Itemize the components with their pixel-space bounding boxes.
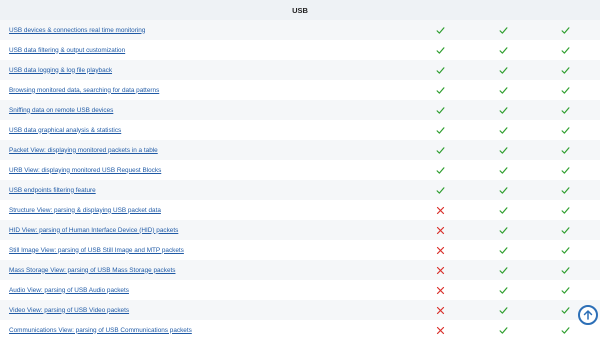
check-icon: [559, 84, 571, 96]
check-icon: [497, 204, 509, 216]
check-icon: [559, 184, 571, 196]
cross-icon: [434, 244, 446, 256]
check-icon: [559, 44, 571, 56]
cross-icon: [434, 224, 446, 236]
check-icon: [434, 144, 446, 156]
cross-icon: [434, 204, 446, 216]
check-icon: [559, 204, 571, 216]
cross-icon: [434, 324, 446, 336]
cross-icon: [434, 304, 446, 316]
feature-link[interactable]: URB View: displaying monitored USB Reque…: [9, 167, 161, 174]
table-row: Still Image View: parsing of USB Still I…: [0, 240, 600, 260]
check-icon: [497, 84, 509, 96]
check-icon: [434, 44, 446, 56]
check-icon: [497, 224, 509, 236]
check-icon: [559, 284, 571, 296]
check-icon: [559, 324, 571, 336]
check-icon: [434, 64, 446, 76]
table-row: URB View: displaying monitored USB Reque…: [0, 160, 600, 180]
check-icon: [497, 104, 509, 116]
check-icon: [559, 144, 571, 156]
check-icon: [497, 264, 509, 276]
check-icon: [434, 124, 446, 136]
feature-link[interactable]: Sniffing data on remote USB devices: [9, 107, 113, 114]
cross-icon: [434, 264, 446, 276]
feature-link[interactable]: Structure View: parsing & displaying USB…: [9, 207, 161, 214]
check-icon: [497, 164, 509, 176]
feature-link[interactable]: USB data filtering & output customizatio…: [9, 47, 125, 54]
feature-link[interactable]: USB endpoints filtering feature: [9, 187, 96, 194]
table-row: Communications View: parsing of USB Comm…: [0, 320, 600, 339]
feature-link[interactable]: Browsing monitored data, searching for d…: [9, 87, 159, 94]
check-icon: [497, 304, 509, 316]
feature-link[interactable]: Audio View: parsing of USB Audio packets: [9, 287, 129, 294]
table-row: Video View: parsing of USB Video packets: [0, 300, 600, 320]
check-icon: [559, 24, 571, 36]
check-icon: [434, 104, 446, 116]
check-icon: [559, 164, 571, 176]
table-row: USB data graphical analysis & statistics: [0, 120, 600, 140]
comparison-page: USB USB devices & connections real time …: [0, 0, 600, 339]
check-icon: [497, 64, 509, 76]
feature-link[interactable]: USB data logging & log file playback: [9, 67, 112, 74]
check-icon: [497, 284, 509, 296]
feature-link[interactable]: USB data graphical analysis & statistics: [9, 127, 121, 134]
feature-link[interactable]: Communications View: parsing of USB Comm…: [9, 327, 192, 334]
check-icon: [559, 264, 571, 276]
table-row: Browsing monitored data, searching for d…: [0, 80, 600, 100]
feature-link[interactable]: Mass Storage View: parsing of USB Mass S…: [9, 267, 175, 274]
table-row: Audio View: parsing of USB Audio packets: [0, 280, 600, 300]
check-icon: [559, 304, 571, 316]
arrow-up-icon: [583, 310, 593, 320]
table-row: Sniffing data on remote USB devices: [0, 100, 600, 120]
table-row: USB data logging & log file playback: [0, 60, 600, 80]
table-row: HID View: parsing of Human Interface Dev…: [0, 220, 600, 240]
table-row: Structure View: parsing & displaying USB…: [0, 200, 600, 220]
check-icon: [559, 64, 571, 76]
scroll-to-top-button[interactable]: [578, 305, 598, 325]
cross-icon: [434, 284, 446, 296]
feature-link[interactable]: Packet View: displaying monitored packet…: [9, 147, 158, 154]
check-icon: [497, 24, 509, 36]
check-icon: [434, 184, 446, 196]
table-row: Mass Storage View: parsing of USB Mass S…: [0, 260, 600, 280]
section-header: USB: [0, 0, 600, 20]
check-icon: [434, 24, 446, 36]
check-icon: [434, 164, 446, 176]
check-icon: [559, 224, 571, 236]
table-row: USB endpoints filtering feature: [0, 180, 600, 200]
feature-table: USB devices & connections real time moni…: [0, 20, 600, 339]
table-row: USB devices & connections real time moni…: [0, 20, 600, 40]
feature-link[interactable]: Video View: parsing of USB Video packets: [9, 307, 129, 314]
feature-link[interactable]: HID View: parsing of Human Interface Dev…: [9, 227, 178, 234]
section-title: USB: [292, 5, 308, 15]
check-icon: [497, 144, 509, 156]
check-icon: [434, 84, 446, 96]
check-icon: [497, 244, 509, 256]
feature-link[interactable]: Still Image View: parsing of USB Still I…: [9, 247, 184, 254]
check-icon: [497, 324, 509, 336]
check-icon: [497, 124, 509, 136]
table-row: USB data filtering & output customizatio…: [0, 40, 600, 60]
check-icon: [497, 184, 509, 196]
check-icon: [559, 104, 571, 116]
table-row: Packet View: displaying monitored packet…: [0, 140, 600, 160]
check-icon: [559, 124, 571, 136]
check-icon: [559, 244, 571, 256]
check-icon: [497, 44, 509, 56]
feature-link[interactable]: USB devices & connections real time moni…: [9, 27, 145, 34]
